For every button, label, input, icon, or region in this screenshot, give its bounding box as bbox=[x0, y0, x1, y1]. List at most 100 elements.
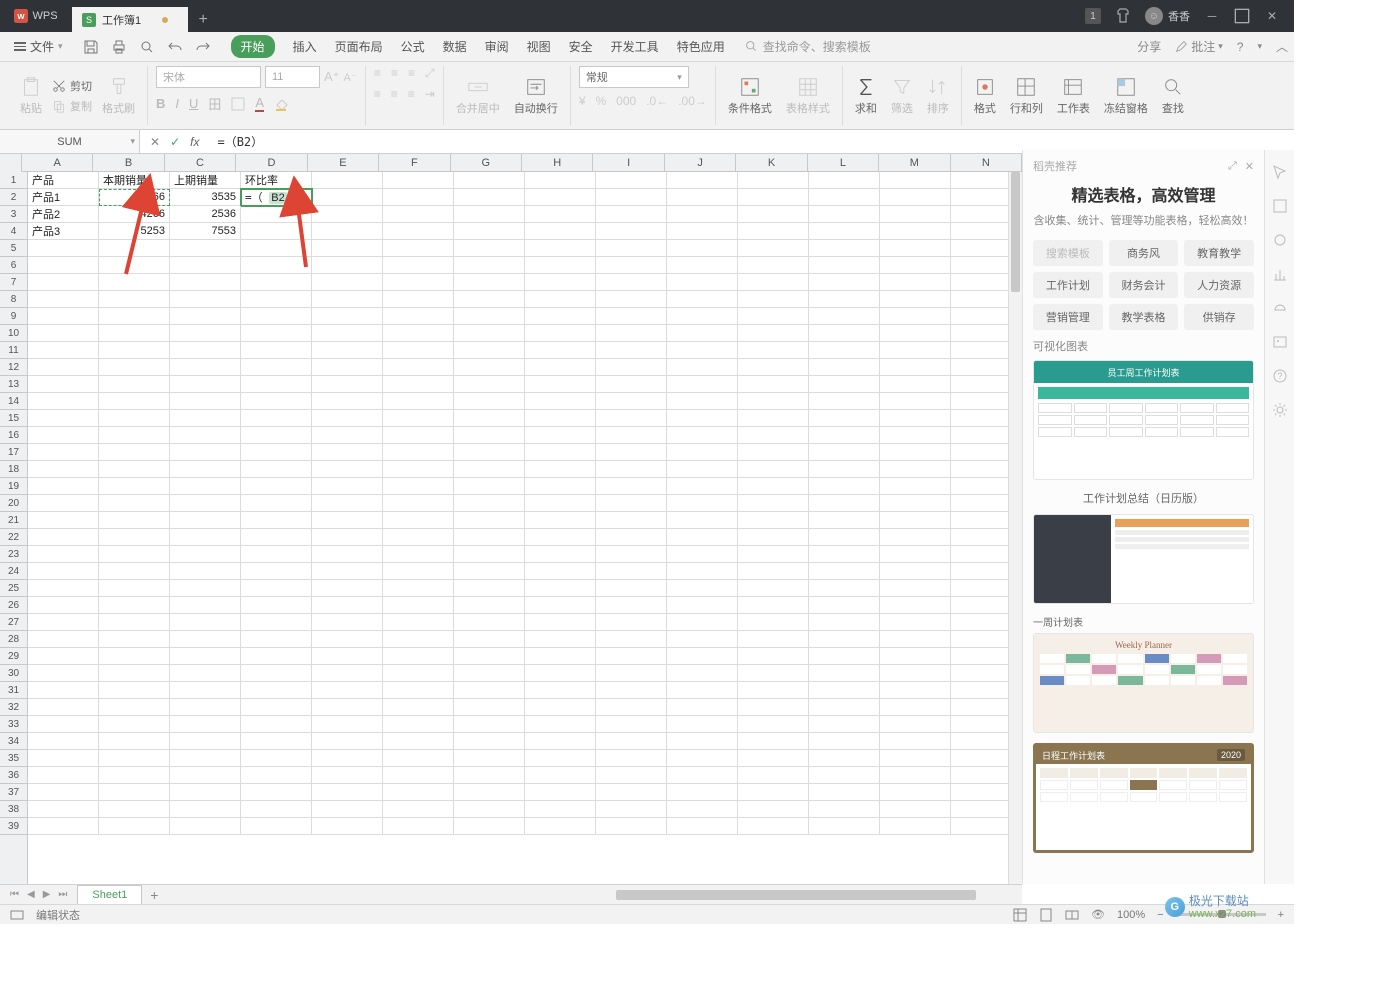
cell-D7[interactable] bbox=[241, 274, 312, 291]
column-header-C[interactable]: C bbox=[165, 154, 236, 172]
column-header-N[interactable]: N bbox=[951, 154, 1022, 172]
document-tab[interactable]: S 工作簿1 bbox=[72, 7, 188, 32]
cell-F18[interactable] bbox=[383, 461, 454, 478]
cell-F28[interactable] bbox=[383, 631, 454, 648]
cell-A15[interactable] bbox=[28, 410, 99, 427]
cell-H2[interactable] bbox=[525, 189, 596, 206]
row-header-37[interactable]: 37 bbox=[0, 784, 27, 801]
cell-J24[interactable] bbox=[667, 563, 738, 580]
cell-H10[interactable] bbox=[525, 325, 596, 342]
cell-M14[interactable] bbox=[880, 393, 951, 410]
cell-F1[interactable] bbox=[383, 172, 454, 189]
cell-F2[interactable] bbox=[383, 189, 454, 206]
cell-F21[interactable] bbox=[383, 512, 454, 529]
cell-D24[interactable] bbox=[241, 563, 312, 580]
cell-K29[interactable] bbox=[738, 648, 809, 665]
cell-C22[interactable] bbox=[170, 529, 241, 546]
cell-L14[interactable] bbox=[809, 393, 880, 410]
cell-B14[interactable] bbox=[99, 393, 170, 410]
cell-M15[interactable] bbox=[880, 410, 951, 427]
cell-C31[interactable] bbox=[170, 682, 241, 699]
cell-K28[interactable] bbox=[738, 631, 809, 648]
cell-K10[interactable] bbox=[738, 325, 809, 342]
cell-H26[interactable] bbox=[525, 597, 596, 614]
cell-L32[interactable] bbox=[809, 699, 880, 716]
cell-I12[interactable] bbox=[596, 359, 667, 376]
tab-security[interactable]: 安全 bbox=[569, 38, 593, 55]
rail-property-icon[interactable] bbox=[1272, 232, 1288, 248]
cell-K6[interactable] bbox=[738, 257, 809, 274]
cell-J20[interactable] bbox=[667, 495, 738, 512]
cell-H15[interactable] bbox=[525, 410, 596, 427]
cell-L28[interactable] bbox=[809, 631, 880, 648]
cell-L30[interactable] bbox=[809, 665, 880, 682]
sheet-nav-prev[interactable]: ◀ bbox=[27, 889, 35, 900]
cell-F31[interactable] bbox=[383, 682, 454, 699]
font-color-button[interactable]: A bbox=[255, 95, 264, 112]
cell-B31[interactable] bbox=[99, 682, 170, 699]
cell-I3[interactable] bbox=[596, 206, 667, 223]
cell-G25[interactable] bbox=[454, 580, 525, 597]
cell-A33[interactable] bbox=[28, 716, 99, 733]
cell-L22[interactable] bbox=[809, 529, 880, 546]
cell-F9[interactable] bbox=[383, 308, 454, 325]
cell-J6[interactable] bbox=[667, 257, 738, 274]
cell-L29[interactable] bbox=[809, 648, 880, 665]
cell-B30[interactable] bbox=[99, 665, 170, 682]
cell-J9[interactable] bbox=[667, 308, 738, 325]
cell-H12[interactable] bbox=[525, 359, 596, 376]
cell-C38[interactable] bbox=[170, 801, 241, 818]
cell-I32[interactable] bbox=[596, 699, 667, 716]
cell-J19[interactable] bbox=[667, 478, 738, 495]
cell-K13[interactable] bbox=[738, 376, 809, 393]
cell-D33[interactable] bbox=[241, 716, 312, 733]
cell-A22[interactable] bbox=[28, 529, 99, 546]
cell-H39[interactable] bbox=[525, 818, 596, 835]
cell-A23[interactable] bbox=[28, 546, 99, 563]
cell-L21[interactable] bbox=[809, 512, 880, 529]
cell-M1[interactable] bbox=[880, 172, 951, 189]
cell-K19[interactable] bbox=[738, 478, 809, 495]
strikethrough-button[interactable]: 田 bbox=[208, 94, 221, 113]
cell-L34[interactable] bbox=[809, 733, 880, 750]
cell-J11[interactable] bbox=[667, 342, 738, 359]
tab-insert[interactable]: 插入 bbox=[293, 38, 317, 55]
command-search[interactable]: 查找命令、搜索模板 bbox=[745, 38, 871, 55]
cell-I36[interactable] bbox=[596, 767, 667, 784]
cell-H5[interactable] bbox=[525, 240, 596, 257]
row-header-26[interactable]: 26 bbox=[0, 597, 27, 614]
cell-K18[interactable] bbox=[738, 461, 809, 478]
cell-H23[interactable] bbox=[525, 546, 596, 563]
cell-A8[interactable] bbox=[28, 291, 99, 308]
cell-F7[interactable] bbox=[383, 274, 454, 291]
cell-J8[interactable] bbox=[667, 291, 738, 308]
cell-H14[interactable] bbox=[525, 393, 596, 410]
cell-B15[interactable] bbox=[99, 410, 170, 427]
cell-L13[interactable] bbox=[809, 376, 880, 393]
cell-I33[interactable] bbox=[596, 716, 667, 733]
cell-F5[interactable] bbox=[383, 240, 454, 257]
cell-M3[interactable] bbox=[880, 206, 951, 223]
cell-C32[interactable] bbox=[170, 699, 241, 716]
cell-K15[interactable] bbox=[738, 410, 809, 427]
cell-J39[interactable] bbox=[667, 818, 738, 835]
row-header-6[interactable]: 6 bbox=[0, 257, 27, 274]
find-button[interactable]: 查找 bbox=[1158, 74, 1188, 118]
cell-H27[interactable] bbox=[525, 614, 596, 631]
template-thumbnail-2[interactable] bbox=[1033, 514, 1254, 604]
formula-input[interactable]: =（B2） bbox=[209, 133, 1294, 150]
category-hr[interactable]: 人力资源 bbox=[1184, 272, 1254, 298]
cell-F24[interactable] bbox=[383, 563, 454, 580]
row-header-35[interactable]: 35 bbox=[0, 750, 27, 767]
cell-A10[interactable] bbox=[28, 325, 99, 342]
cell-L39[interactable] bbox=[809, 818, 880, 835]
help-button[interactable]: ? bbox=[1237, 40, 1244, 54]
format-button[interactable]: 格式 bbox=[970, 74, 1000, 118]
cell-C33[interactable] bbox=[170, 716, 241, 733]
cell-D18[interactable] bbox=[241, 461, 312, 478]
scrollbar-thumb[interactable] bbox=[1011, 172, 1020, 292]
cell-M17[interactable] bbox=[880, 444, 951, 461]
column-header-L[interactable]: L bbox=[808, 154, 879, 172]
cell-C19[interactable] bbox=[170, 478, 241, 495]
cell-A26[interactable] bbox=[28, 597, 99, 614]
